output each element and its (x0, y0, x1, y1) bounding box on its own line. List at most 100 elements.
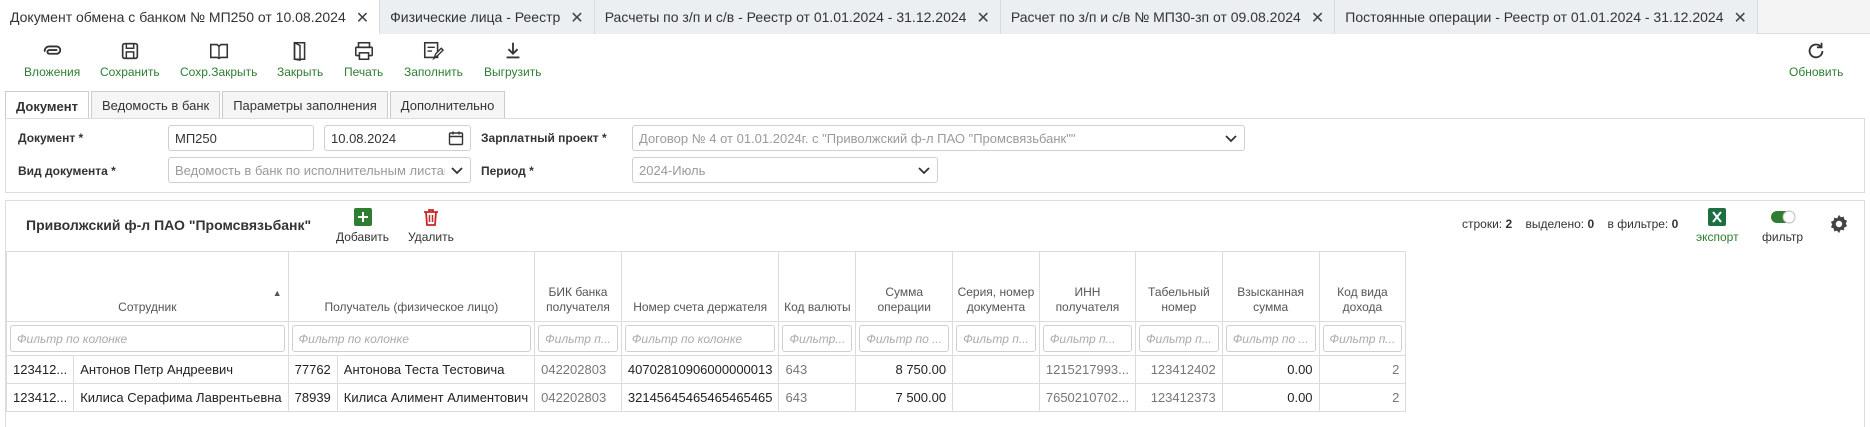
cell-emp-name: Антонов Петр Андреевич (73, 355, 289, 384)
filter-toggle[interactable]: фильтр (1762, 207, 1803, 244)
period-select[interactable]: 2024-Июль (632, 157, 938, 183)
doc-tab-permanent-ops[interactable]: Постоянные операции - Реестр от 01.01.20… (1335, 0, 1758, 34)
cell-tab-no: 123412373 (1135, 383, 1223, 412)
close-icon[interactable]: ✕ (976, 8, 989, 27)
chevron-down-icon (1225, 135, 1237, 143)
doc-tab-exchange[interactable]: Документ обмена с банком № МП250 от 10.0… (0, 0, 381, 34)
salary-project-select[interactable]: Договор № 4 от 01.01.2024г. с "Приволжск… (632, 125, 1245, 151)
attachments-button[interactable]: Вложения (24, 40, 80, 79)
col-header-label: ИНН получателя (1055, 285, 1120, 314)
tab-additional[interactable]: Дополнительно (389, 91, 506, 119)
settings-button[interactable] (1828, 213, 1850, 235)
save-label: Сохранить (100, 65, 160, 79)
filter-tab-no[interactable]: Фильтр п... (1139, 325, 1219, 352)
selected-label: выделено: (1525, 217, 1585, 231)
close-icon[interactable]: ✕ (1311, 8, 1324, 27)
table-row[interactable]: 123412... Антонов Петр Андреевич 77762 А… (5, 355, 1407, 384)
grid-panel: Приволжский ф-л ПАО "Промсвязьбанк" Доба… (5, 200, 1865, 427)
print-button[interactable]: Печать (344, 40, 383, 79)
col-header-recovered[interactable]: Взысканная сумма (1221, 251, 1320, 322)
col-header-label: Взысканная сумма (1237, 285, 1305, 314)
in-filter-count: 0 (1671, 217, 1679, 231)
floppy-icon (121, 42, 138, 60)
col-header-employee[interactable]: Сотрудник ▲ (6, 251, 289, 322)
cell-rec-code: 77762 (287, 355, 338, 384)
col-header-amount[interactable]: Сумма операции (855, 251, 954, 322)
document-form: Документ * МП250 10.08.2024 Зарплатный п… (5, 118, 1865, 193)
cell-recovered: 0.00 (1221, 383, 1320, 412)
document-date-value: 10.08.2024 (331, 130, 397, 146)
download-icon (506, 42, 520, 59)
export-button[interactable]: Выгрузить (484, 40, 542, 79)
filter-account[interactable]: Фильтр по колонке (624, 325, 776, 352)
filter-doc-series[interactable]: Фильтр п... (956, 325, 1036, 352)
filter-bik[interactable]: Фильтр п... (538, 325, 618, 352)
col-header-recipient[interactable]: Получатель (физическое лицо) (287, 251, 536, 322)
close-icon[interactable]: ✕ (1734, 8, 1747, 27)
save-button[interactable]: Сохранить (100, 40, 160, 79)
save-close-button[interactable]: Сохр.Закрыть (180, 40, 257, 79)
table-row[interactable]: 123412... Килиса Серафима Лаврентьевна 7… (5, 383, 1407, 412)
doc-type-select[interactable]: Ведомость в банк по исполнительным листа… (168, 157, 471, 183)
grid-title: Приволжский ф-л ПАО "Промсвязьбанк" (26, 217, 312, 233)
cell-amount: 7 500.00 (855, 383, 954, 412)
chevron-down-icon (918, 167, 930, 175)
attachments-label: Вложения (24, 65, 81, 79)
plus-icon (353, 208, 372, 226)
doc-tab-payroll-registry[interactable]: Расчеты по з/п и с/в - Реестр от 01.01.2… (594, 0, 1001, 34)
doc-type-value: Ведомость в банк по исполнительным листа… (175, 162, 445, 178)
document-number-value: МП250 (175, 130, 217, 146)
tab-bank-statement[interactable]: Ведомость в банк (91, 91, 221, 119)
cell-currency: 643 (778, 383, 857, 412)
col-header-label: Получатель (физическое лицо) (324, 300, 499, 314)
filter-recipient[interactable]: Фильтр по колонке (291, 325, 532, 352)
salary-project-label: Зарплатный проект * (481, 131, 607, 145)
doc-tab-label: Расчеты по з/п и с/в - Реестр от 01.01.2… (604, 9, 967, 25)
col-header-label: Код валюты (784, 300, 851, 314)
fill-button[interactable]: Заполнить (404, 40, 463, 79)
cell-emp-name: Килиса Серафима Лаврентьевна (73, 383, 289, 412)
col-header-account[interactable]: Номер счета держателя (620, 251, 780, 322)
filter-recovered[interactable]: Фильтр по ... (1225, 325, 1316, 352)
doc-tab-payroll-calc[interactable]: Расчет по з/п и с/в № МП30-зп от 09.08.2… (1000, 0, 1336, 34)
document-date-field[interactable]: 10.08.2024 (324, 125, 471, 151)
close-icon[interactable]: ✕ (356, 8, 369, 27)
document-tab-strip: Документ обмена с банком № МП250 от 10.0… (0, 0, 1870, 34)
refresh-button[interactable]: Обновить (1789, 40, 1843, 79)
excel-export-label: экспорт (1696, 230, 1739, 244)
close-label: Закрыть (277, 65, 324, 79)
close-icon[interactable]: ✕ (570, 8, 583, 27)
col-header-income-code[interactable]: Код вида дохода (1318, 251, 1407, 322)
cell-inn: 7650210702... (1038, 383, 1137, 412)
col-header-inn[interactable]: ИНН получателя (1038, 251, 1137, 322)
doc-tab-individuals[interactable]: Физические лица - Реестр ✕ (380, 0, 595, 34)
col-header-doc-series[interactable]: Серия, номер документа (952, 251, 1040, 322)
cell-emp-code: 123412... (5, 355, 75, 384)
refresh-label: Обновить (1789, 65, 1844, 79)
print-label: Печать (344, 65, 384, 79)
tab-document[interactable]: Документ (5, 91, 89, 120)
excel-export-button[interactable]: экспорт (1696, 207, 1739, 244)
filter-employee[interactable]: Фильтр по колонке (10, 325, 285, 352)
close-button[interactable]: Закрыть (277, 40, 323, 79)
filter-currency[interactable]: Фильтр... (782, 325, 853, 352)
tab-fill-params[interactable]: Параметры заполнения (222, 91, 388, 119)
col-header-label: Серия, номер документа (957, 285, 1035, 314)
cell-inn: 1215217993... (1038, 355, 1137, 384)
trash-icon (423, 209, 438, 226)
doc-tab-label: Постоянные операции - Реестр от 01.01.20… (1345, 9, 1724, 25)
cell-emp-code: 123412... (5, 383, 75, 412)
filter-income-code[interactable]: Фильтр п... (1322, 325, 1403, 352)
form-tabs: Документ Ведомость в банк Параметры запо… (5, 91, 507, 120)
col-header-bik[interactable]: БИК банка получателя (534, 251, 622, 322)
delete-button[interactable]: Удалить (408, 207, 454, 244)
add-button[interactable]: Добавить (336, 207, 389, 244)
fill-label: Заполнить (404, 65, 463, 79)
col-header-tab-no[interactable]: Табельный номер (1135, 251, 1223, 322)
filter-inn[interactable]: Фильтр п... (1042, 325, 1132, 352)
excel-icon (1708, 208, 1727, 226)
calendar-icon[interactable] (448, 130, 464, 146)
col-header-currency[interactable]: Код валюты (778, 251, 857, 322)
filter-amount[interactable]: Фильтр по ... (859, 325, 950, 352)
document-number-field[interactable]: МП250 (168, 125, 314, 151)
